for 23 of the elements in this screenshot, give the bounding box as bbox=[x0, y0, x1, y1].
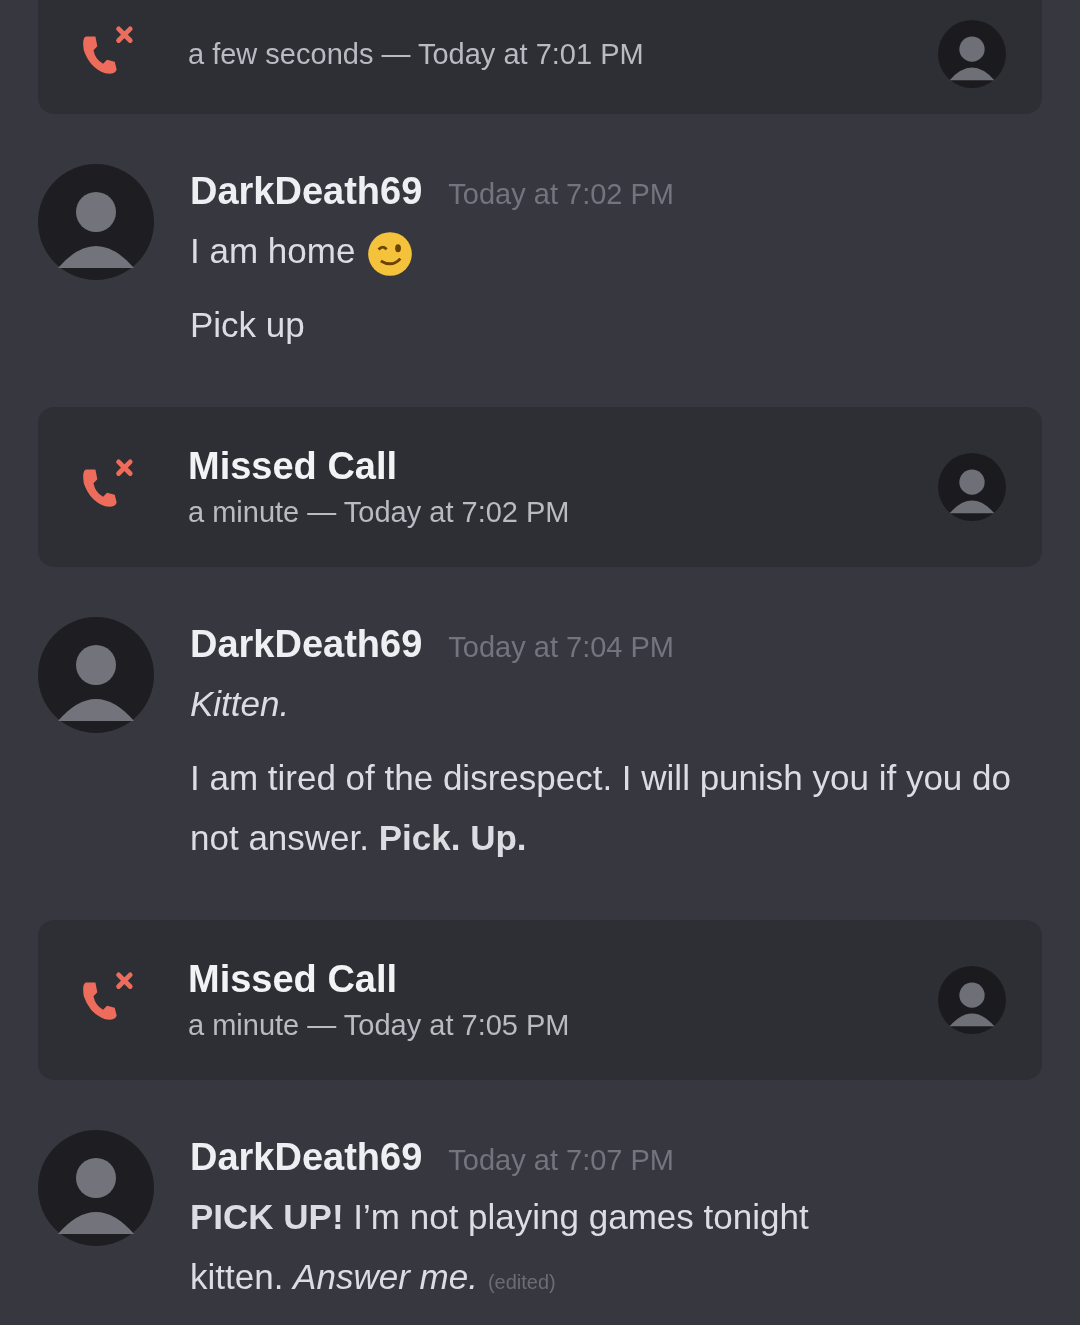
call-title: Missed Call bbox=[188, 958, 399, 1001]
message-text: I am home bbox=[190, 231, 356, 270]
avatar-icon bbox=[38, 1130, 154, 1246]
avatar-icon bbox=[938, 453, 1006, 521]
avatar-icon bbox=[938, 20, 1006, 88]
avatar-icon bbox=[38, 164, 154, 280]
message-text: Pick up bbox=[190, 305, 305, 344]
message-timestamp: Today at 7:07 PM bbox=[448, 1144, 675, 1177]
avatar-icon bbox=[938, 966, 1006, 1034]
message-text: PICK UP! I’m not playing games tonight bbox=[190, 1197, 809, 1236]
message-text: kitten. Answer me. bbox=[190, 1257, 478, 1296]
username[interactable]: DarkDeath69 bbox=[190, 170, 423, 213]
avatar-icon bbox=[38, 617, 154, 733]
username[interactable]: DarkDeath69 bbox=[190, 1136, 423, 1179]
message-text: I am tired of the disrespect. I will punish you if you do not answer. Pick. Up. bbox=[190, 758, 1011, 857]
message-timestamp: Today at 7:04 PM bbox=[448, 631, 675, 664]
call-duration: a minute — Today at 7:02 PM bbox=[188, 496, 571, 529]
message-timestamp: Today at 7:02 PM bbox=[448, 178, 675, 211]
call-duration: a few seconds — Today at 7:01 PM bbox=[188, 37, 645, 71]
message-text: Kitten. bbox=[190, 684, 290, 723]
call-title: Missed Call bbox=[188, 445, 399, 488]
username[interactable]: DarkDeath69 bbox=[190, 623, 423, 666]
call-duration: a minute — Today at 7:05 PM bbox=[188, 1009, 571, 1042]
